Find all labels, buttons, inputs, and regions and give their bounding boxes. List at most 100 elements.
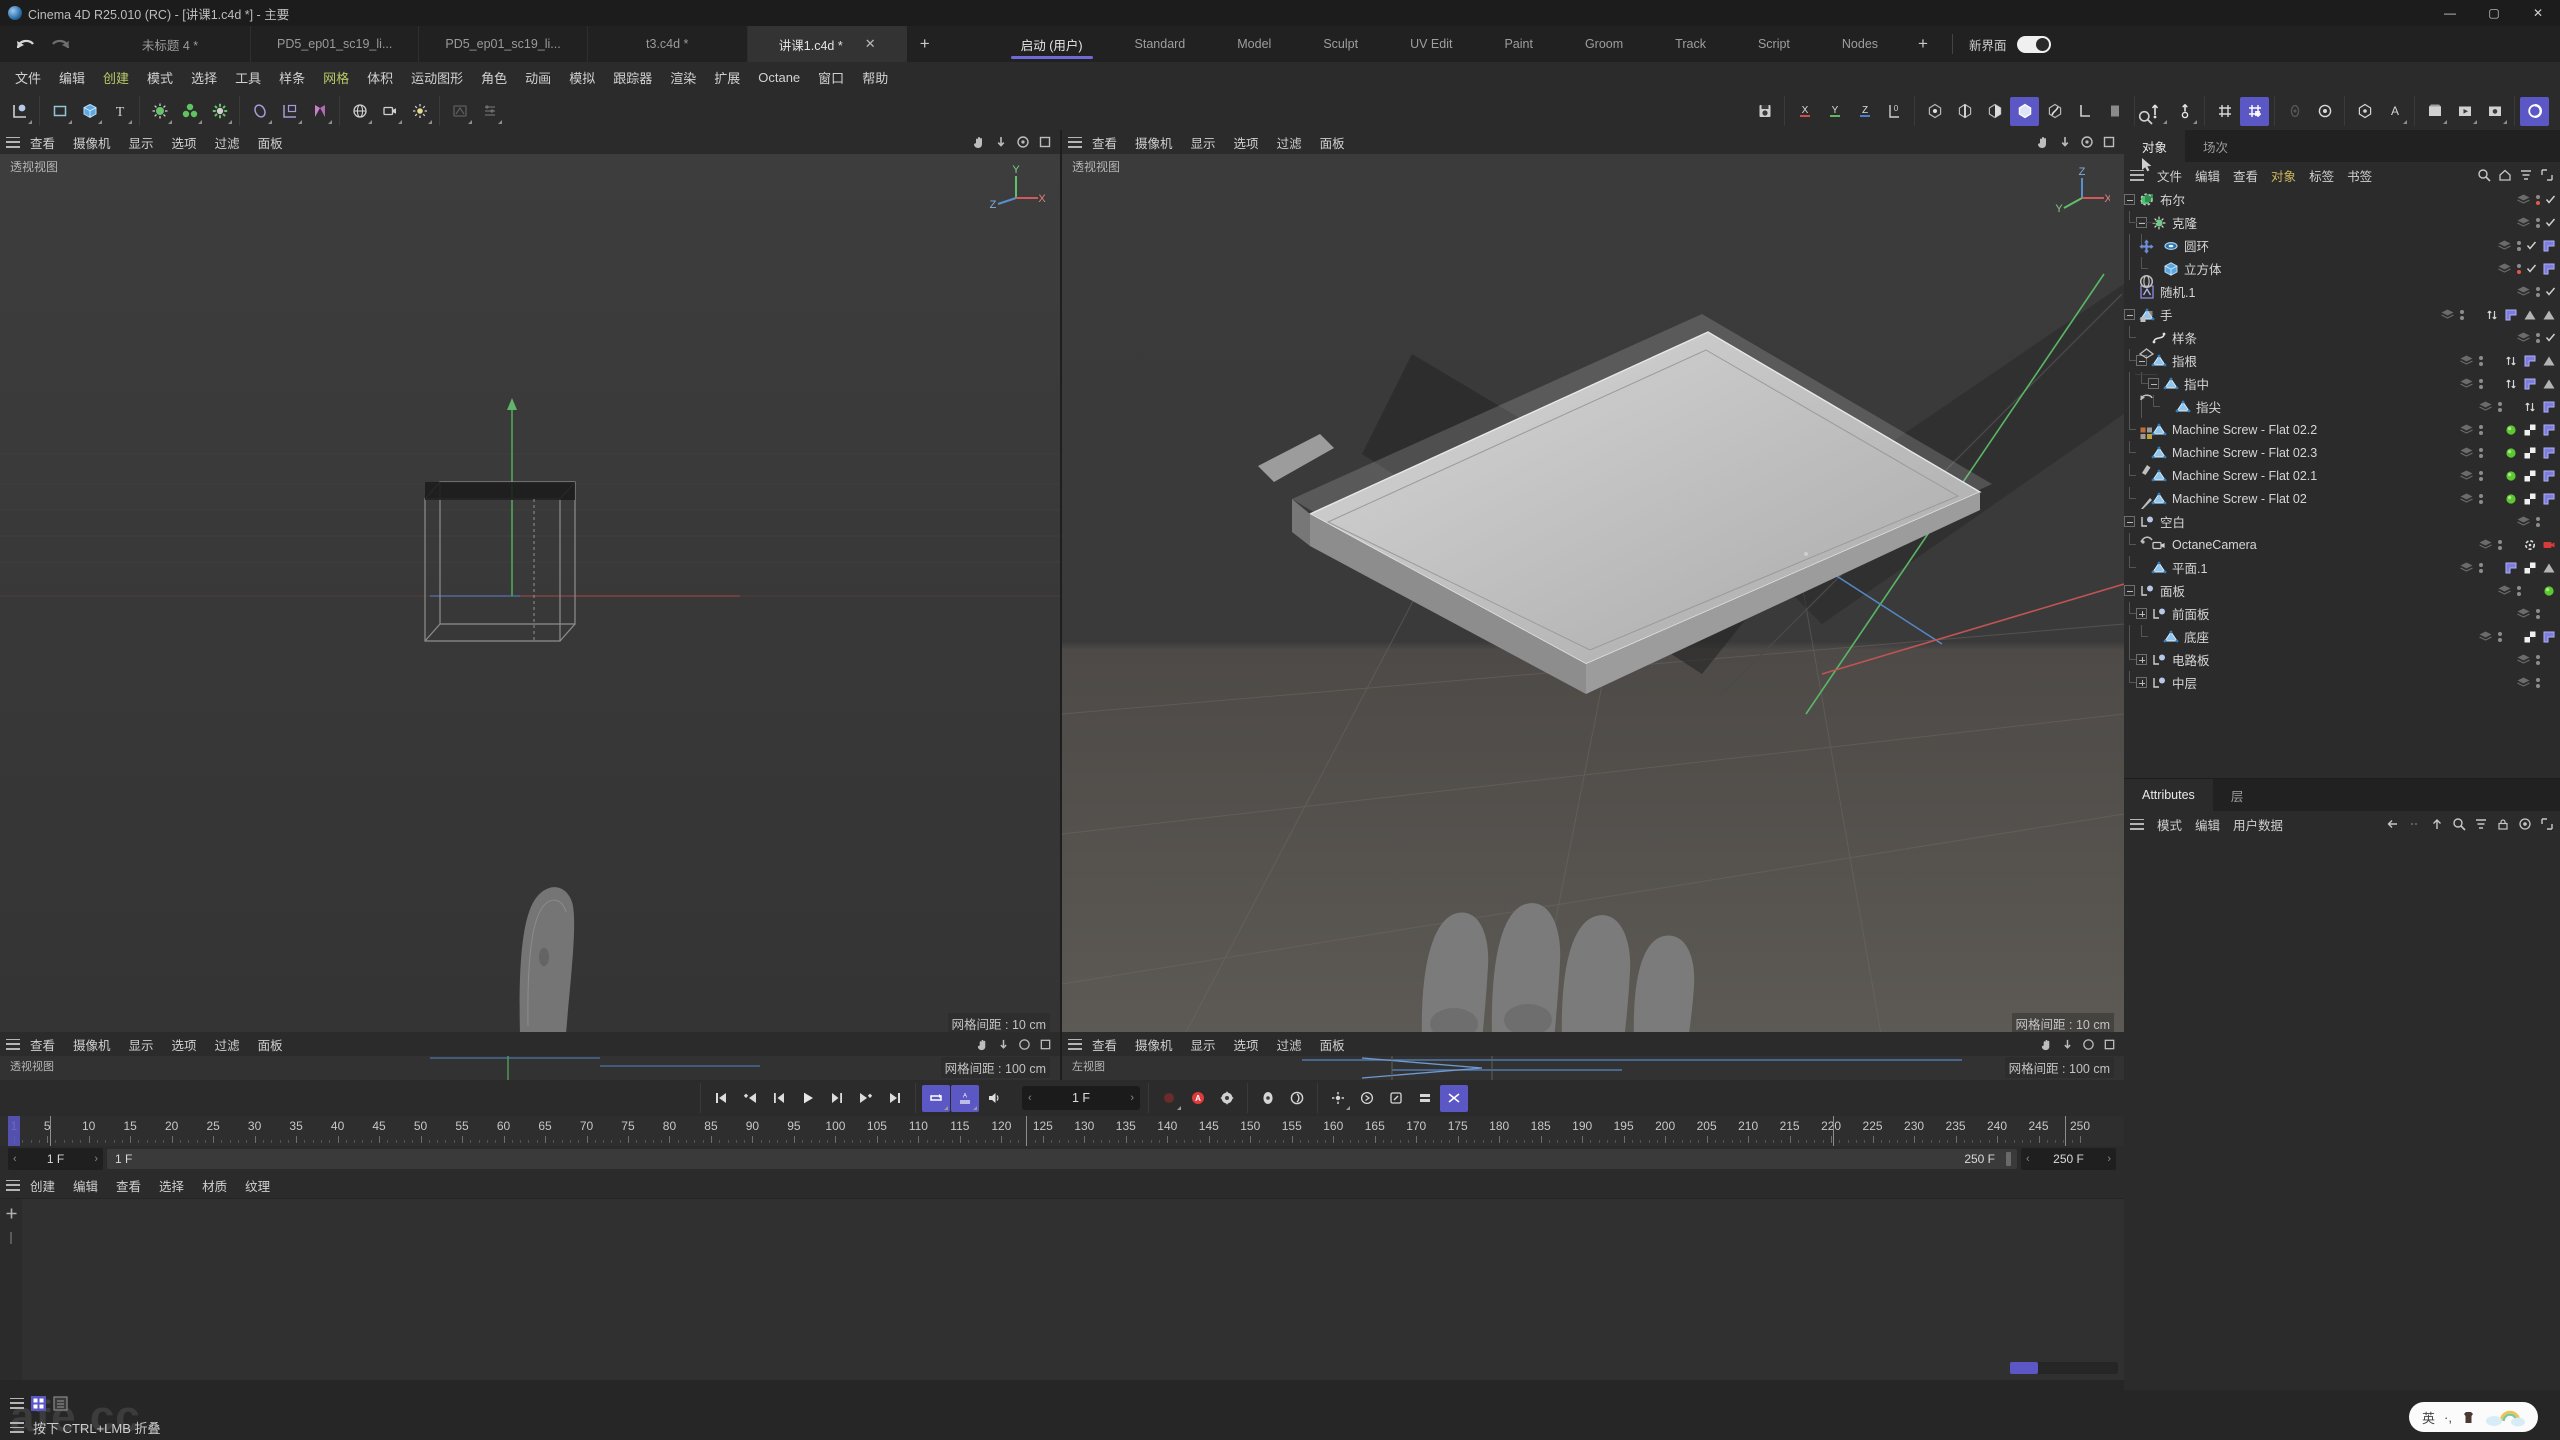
- model-mode-icon[interactable]: [2010, 96, 2039, 126]
- object-manager-tab-1[interactable]: 场次: [2185, 130, 2246, 162]
- visibility-dots[interactable]: [2498, 631, 2502, 642]
- layer-icon[interactable]: [2459, 492, 2474, 505]
- viewport-bl-menu-panel[interactable]: 面板: [250, 1033, 291, 1056]
- viewport-bl-menu-options[interactable]: 选项: [164, 1033, 205, 1056]
- viewport-right-menu-view[interactable]: 查看: [1084, 131, 1125, 154]
- preview-min-prev[interactable]: ‹: [13, 1153, 17, 1165]
- material-menu-item-4[interactable]: 材质: [194, 1174, 235, 1197]
- ime-indicator[interactable]: 英 ·,: [2409, 1402, 2538, 1432]
- material-tag-icon[interactable]: [2504, 469, 2518, 483]
- workplane-icon[interactable]: [2100, 97, 2129, 126]
- parameter-key-button[interactable]: [1382, 1085, 1410, 1112]
- layout-tab-script[interactable]: Script: [1732, 26, 1816, 62]
- layer-icon[interactable]: [2516, 193, 2531, 206]
- layer-icon[interactable]: [2516, 331, 2531, 344]
- object-tree[interactable]: 布尔 克隆 圆环 立方体 随机.1 手样条 指根 指中 指尖 Machine Screw - Fl…: [2124, 188, 2560, 778]
- viewport-right-menu-options[interactable]: 选项: [1226, 131, 1267, 154]
- workplane-tool-icon[interactable]: [2132, 337, 2160, 365]
- previous-frame-button[interactable]: [765, 1085, 793, 1112]
- object-manager-menu-5[interactable]: 书签: [2341, 164, 2378, 187]
- viewport-right-menu-display[interactable]: 显示: [1183, 131, 1224, 154]
- layer-icon[interactable]: [2516, 216, 2531, 229]
- new-ui-toggle[interactable]: 新界面: [1963, 26, 2051, 62]
- visibility-dots[interactable]: [2479, 493, 2483, 504]
- viewport-left-canvas[interactable]: [0, 154, 1060, 1040]
- layer-icon[interactable]: [2459, 469, 2474, 482]
- layout-tab-sculpt[interactable]: Sculpt: [1297, 26, 1384, 62]
- material-rail-handle-icon[interactable]: [6, 1230, 16, 1246]
- material-swatch-icon[interactable]: [2132, 419, 2160, 447]
- updown-tag-icon[interactable]: [2485, 308, 2499, 322]
- world-object-coordinates-icon[interactable]: 0: [1880, 97, 1909, 126]
- layout-tab-groom[interactable]: Groom: [1559, 26, 1649, 62]
- object-row[interactable]: 随机.1: [2124, 280, 2560, 303]
- rotation-key-button[interactable]: [1283, 1085, 1311, 1112]
- paint-tool-icon[interactable]: [2132, 454, 2160, 482]
- menu-item-12[interactable]: 模拟: [560, 64, 604, 91]
- disable-animation-button[interactable]: [1440, 1084, 1468, 1112]
- close-button[interactable]: ✕: [2516, 0, 2560, 26]
- save-snapshot-icon[interactable]: [1750, 97, 1779, 126]
- object-row[interactable]: Machine Screw - Flat 02.3: [2124, 441, 2560, 464]
- layer-icon[interactable]: [2459, 377, 2474, 390]
- visibility-dots[interactable]: [2536, 217, 2540, 228]
- layer-icon[interactable]: [2516, 653, 2531, 666]
- object-row[interactable]: 手: [2124, 303, 2560, 326]
- material-manager-body[interactable]: [0, 1198, 2124, 1380]
- workplane-lock-icon[interactable]: [2280, 97, 2309, 126]
- protection-tag-icon[interactable]: [2542, 492, 2556, 506]
- current-frame-field[interactable]: ‹ 1 F ›: [1022, 1086, 1140, 1110]
- layer-icon[interactable]: [2497, 584, 2512, 597]
- viewport-bl-canvas[interactable]: [0, 1056, 1060, 1080]
- polygon-tag-icon[interactable]: [2523, 308, 2537, 322]
- viewport-right-canvas[interactable]: [1062, 154, 2124, 1040]
- render-settings-gear-icon[interactable]: [2480, 97, 2509, 126]
- menu-item-13[interactable]: 跟踪器: [604, 64, 661, 91]
- attribute-tab-1[interactable]: 层: [2213, 779, 2262, 811]
- subdivision-surface-icon[interactable]: [145, 97, 174, 126]
- render-region-icon[interactable]: [2420, 97, 2449, 126]
- statusbar-hamburger-icon[interactable]: [10, 1397, 24, 1409]
- protection-tag-icon[interactable]: [2542, 400, 2556, 414]
- viewport-bl-menu-view[interactable]: 查看: [22, 1033, 63, 1056]
- menu-item-0[interactable]: 文件: [6, 64, 50, 91]
- material-menu-item-2[interactable]: 查看: [108, 1174, 149, 1197]
- autokey-record-icon[interactable]: [1155, 1085, 1183, 1112]
- protection-tag-icon[interactable]: [2523, 354, 2537, 368]
- minimize-button[interactable]: —: [2428, 0, 2472, 26]
- visibility-dots[interactable]: [2536, 677, 2540, 688]
- visibility-dots[interactable]: [2517, 263, 2521, 274]
- viewport-left-hamburger-icon[interactable]: [6, 136, 20, 148]
- visibility-dots[interactable]: [2536, 654, 2540, 665]
- grid-view-icon[interactable]: [31, 1395, 46, 1411]
- object-row[interactable]: 圆环: [2124, 234, 2560, 257]
- rectangle-spline-icon[interactable]: [45, 97, 74, 126]
- visibility-dots[interactable]: [2460, 309, 2464, 320]
- object-row[interactable]: 指尖: [2124, 395, 2560, 418]
- sound-toggle-button[interactable]: [980, 1085, 1008, 1112]
- enable-check-icon[interactable]: [2526, 263, 2537, 274]
- object-row[interactable]: 布尔: [2124, 188, 2560, 211]
- material-menu-item-0[interactable]: 创建: [22, 1174, 63, 1197]
- object-row[interactable]: 指根: [2124, 349, 2560, 372]
- polygon-tag-icon[interactable]: [2542, 308, 2556, 322]
- material-menu-item-1[interactable]: 编辑: [65, 1174, 106, 1197]
- visibility-dots[interactable]: [2536, 516, 2540, 527]
- visibility-dots[interactable]: [2479, 562, 2483, 573]
- add-material-icon[interactable]: [5, 1207, 18, 1220]
- protection-tag-icon[interactable]: [2542, 423, 2556, 437]
- axis-mode-icon[interactable]: [2070, 97, 2099, 126]
- object-row[interactable]: 底座: [2124, 625, 2560, 648]
- layer-icon[interactable]: [2478, 538, 2493, 551]
- frame-prev-arrow[interactable]: ‹: [1028, 1092, 1032, 1104]
- lock-z-axis-icon[interactable]: Z: [1850, 97, 1879, 126]
- visibility-dots[interactable]: [2479, 470, 2483, 481]
- go-to-start-button[interactable]: [707, 1085, 735, 1112]
- octane-render-icon[interactable]: [2520, 96, 2549, 126]
- viewport-left-menu-panel[interactable]: 面板: [250, 131, 291, 154]
- layer-icon[interactable]: [2516, 285, 2531, 298]
- layer-icon[interactable]: [2459, 446, 2474, 459]
- visibility-dots[interactable]: [2536, 194, 2540, 205]
- viewport-left-menu-options[interactable]: 选项: [164, 131, 205, 154]
- render-settings-icon[interactable]: [475, 97, 504, 126]
